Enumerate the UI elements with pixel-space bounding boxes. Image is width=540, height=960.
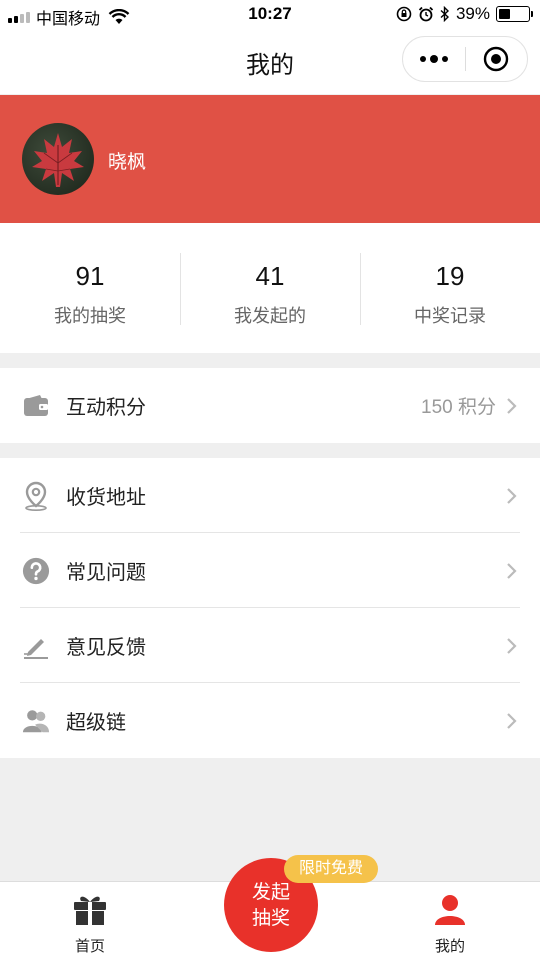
- points-row[interactable]: 互动积分 150 积分: [0, 368, 540, 443]
- navigation-bar: 我的: [0, 30, 540, 94]
- close-target-icon[interactable]: [466, 46, 528, 72]
- bluetooth-icon: [440, 6, 449, 22]
- chevron-right-icon: [507, 397, 517, 414]
- menu-section: 收货地址 常见问题 意见反馈 超级链: [0, 458, 540, 758]
- menu-label: 超级链: [66, 712, 126, 734]
- rotation-lock-icon: [396, 6, 412, 22]
- chevron-right-icon: [507, 487, 517, 504]
- profile-banner: 晓枫: [0, 95, 540, 223]
- limited-free-badge: 限时免费: [284, 855, 378, 883]
- menu-item-feedback[interactable]: 意见反馈: [0, 608, 540, 683]
- user-icon: [435, 895, 465, 925]
- chevron-right-icon: [507, 712, 517, 729]
- stat-win-records[interactable]: 19 中奖记录: [360, 223, 540, 353]
- status-bar: 中国移动 10:27 39%: [0, 0, 540, 30]
- stat-value: 41: [255, 261, 285, 291]
- menu-item-faq[interactable]: 常见问题: [0, 533, 540, 608]
- menu-item-superlink[interactable]: 超级链: [0, 683, 540, 758]
- battery-icon: [496, 6, 533, 22]
- points-label: 互动积分: [66, 397, 146, 419]
- menu-label: 收货地址: [66, 487, 146, 509]
- stat-my-lottery[interactable]: 91 我的抽奖: [0, 223, 180, 353]
- location-pin-icon: [22, 481, 50, 511]
- stat-label: 我的抽奖: [54, 306, 126, 326]
- avatar[interactable]: [22, 123, 94, 195]
- stats-panel: 91 我的抽奖 41 我发起的 19 中奖记录: [0, 223, 540, 353]
- launch-label-line1: 发起: [251, 882, 290, 903]
- menu-item-address[interactable]: 收货地址: [0, 458, 540, 533]
- wallet-icon: [22, 392, 50, 420]
- points-value: 150 积分: [421, 397, 496, 418]
- maple-leaf-icon: [32, 133, 84, 187]
- menu-label: 常见问题: [66, 562, 146, 584]
- launch-label-line2: 抽奖: [251, 908, 290, 929]
- stat-label: 我发起的: [234, 306, 306, 326]
- tab-label: 首页: [74, 938, 105, 955]
- edit-icon: [22, 632, 50, 660]
- tab-mine[interactable]: 我的: [400, 892, 500, 956]
- stat-value: 91: [75, 261, 105, 291]
- alarm-icon: [418, 6, 434, 22]
- tab-label: 我的: [434, 938, 465, 955]
- stat-label: 中奖记录: [414, 306, 486, 326]
- battery-percent: 39%: [455, 4, 490, 23]
- users-icon: [22, 707, 50, 735]
- chevron-right-icon: [507, 637, 517, 654]
- stat-value: 19: [435, 261, 465, 291]
- username: 晓枫: [108, 152, 147, 173]
- more-icon[interactable]: [403, 55, 465, 63]
- question-icon: [22, 557, 50, 585]
- status-right: 39%: [396, 4, 533, 24]
- menu-label: 意见反馈: [66, 637, 146, 659]
- gift-icon: [74, 896, 106, 925]
- chevron-right-icon: [507, 562, 517, 579]
- stat-my-launched[interactable]: 41 我发起的: [180, 223, 360, 353]
- mini-program-capsule: [402, 36, 528, 82]
- points-section: 互动积分 150 积分: [0, 368, 540, 443]
- tab-home[interactable]: 首页: [40, 892, 140, 956]
